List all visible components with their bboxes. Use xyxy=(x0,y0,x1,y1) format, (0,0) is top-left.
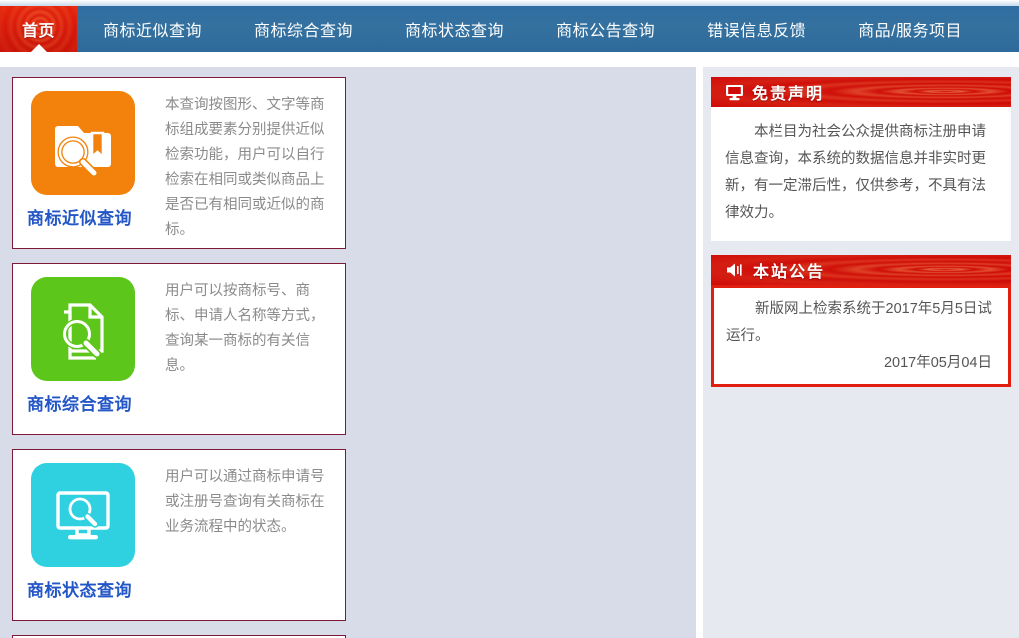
card-left-column: 商标状态查询 xyxy=(25,463,163,612)
disclaimer-text: 本栏目为社会公众提供商标注册申请信息查询，本系统的数据信息并非实时更新，有一定滞… xyxy=(725,124,986,221)
monitor-icon xyxy=(725,84,744,101)
card-left-column: 商标近似查询 xyxy=(25,91,163,240)
nav-item-label: 商标近似查询 xyxy=(103,23,203,40)
disclaimer-panel-body: 本栏目为社会公众提供商标注册申请信息查询，本系统的数据信息并非实时更新，有一定滞… xyxy=(711,107,1011,241)
folder-search-icon xyxy=(31,91,135,195)
card-comprehensive-search[interactable]: 商标综合查询 用户可以按商标号、商标、申请人名称等方式，查询某一商标的有关信息。 xyxy=(12,263,346,435)
nav-goods-services[interactable]: 商品/服务项目 xyxy=(832,6,988,52)
notice-date: 2017年05月04日 xyxy=(883,355,992,371)
page-body: 商标近似查询 本查询按图形、文字等商标组成要素分别提供近似检索功能，用户可以自行… xyxy=(0,67,1019,638)
panel-title: 本站公告 xyxy=(753,264,826,281)
card-description: 用户可以通过商标申请号或注册号查询有关商标在业务流程中的状态。 xyxy=(165,469,325,535)
card-title-link[interactable]: 商标状态查询 xyxy=(27,576,132,601)
nav-underline-band xyxy=(0,52,1019,67)
feature-cards-grid: 商标近似查询 本查询按图形、文字等商标组成要素分别提供近似检索功能，用户可以自行… xyxy=(8,77,688,638)
feature-cards-region: 商标近似查询 本查询按图形、文字等商标组成要素分别提供近似检索功能，用户可以自行… xyxy=(0,67,696,638)
notice-text: 新版网上检索系统于2017年5月5日试运行。 xyxy=(726,301,992,344)
right-sidebar: 免责声明 本栏目为社会公众提供商标注册申请信息查询，本系统的数据信息并非实时更新… xyxy=(696,67,1019,638)
card-description: 本查询按图形、文字等商标组成要素分别提供近似检索功能，用户可以自行检索在相同或类… xyxy=(165,97,325,238)
notice-panel-header: 本站公告 xyxy=(711,255,1011,285)
card-title-link[interactable]: 商标综合查询 xyxy=(27,390,132,415)
nav-item-label: 首页 xyxy=(22,23,56,40)
nav-item-label: 错误信息反馈 xyxy=(707,23,807,40)
disclaimer-panel: 免责声明 本栏目为社会公众提供商标注册申请信息查询，本系统的数据信息并非实时更新… xyxy=(711,77,1011,241)
speaker-icon xyxy=(725,262,745,278)
sidebar-inner: 免责声明 本栏目为社会公众提供商标注册申请信息查询，本系统的数据信息并非实时更新… xyxy=(703,67,1019,638)
notice-panel: 本站公告 新版网上检索系统于2017年5月5日试运行。 2017年05月04日 xyxy=(711,255,1011,387)
nav-comprehensive-search[interactable]: 商标综合查询 xyxy=(228,6,379,52)
card-left-column: 商标综合查询 xyxy=(25,277,163,426)
nav-home[interactable]: 首页 xyxy=(0,6,77,52)
nav-item-label: 商品/服务项目 xyxy=(858,23,963,40)
card-title-link[interactable]: 商标近似查询 xyxy=(27,204,132,229)
nav-announcement-search[interactable]: 商标公告查询 xyxy=(530,6,681,52)
panel-title: 免责声明 xyxy=(752,86,825,103)
main-navigation: 首页 商标近似查询 商标综合查询 商标状态查询 商标公告查询 错误信息反馈 商品… xyxy=(0,6,1019,52)
documents-search-icon xyxy=(31,277,135,381)
card-status-search[interactable]: 商标状态查询 用户可以通过商标申请号或注册号查询有关商标在业务流程中的状态。 xyxy=(12,449,346,621)
card-similar-search[interactable]: 商标近似查询 本查询按图形、文字等商标组成要素分别提供近似检索功能，用户可以自行… xyxy=(12,77,346,249)
nav-similar-search[interactable]: 商标近似查询 xyxy=(77,6,228,52)
notice-panel-body: 新版网上检索系统于2017年5月5日试运行。 2017年05月04日 xyxy=(711,285,1011,387)
card-description: 用户可以按商标号、商标、申请人名称等方式，查询某一商标的有关信息。 xyxy=(165,283,325,374)
nav-status-search[interactable]: 商标状态查询 xyxy=(379,6,530,52)
nav-item-label: 商标状态查询 xyxy=(405,23,505,40)
monitor-search-icon xyxy=(31,463,135,567)
disclaimer-panel-header: 免责声明 xyxy=(711,77,1011,107)
nav-error-feedback[interactable]: 错误信息反馈 xyxy=(681,6,832,52)
nav-item-label: 商标综合查询 xyxy=(254,23,354,40)
nav-item-label: 商标公告查询 xyxy=(556,23,656,40)
